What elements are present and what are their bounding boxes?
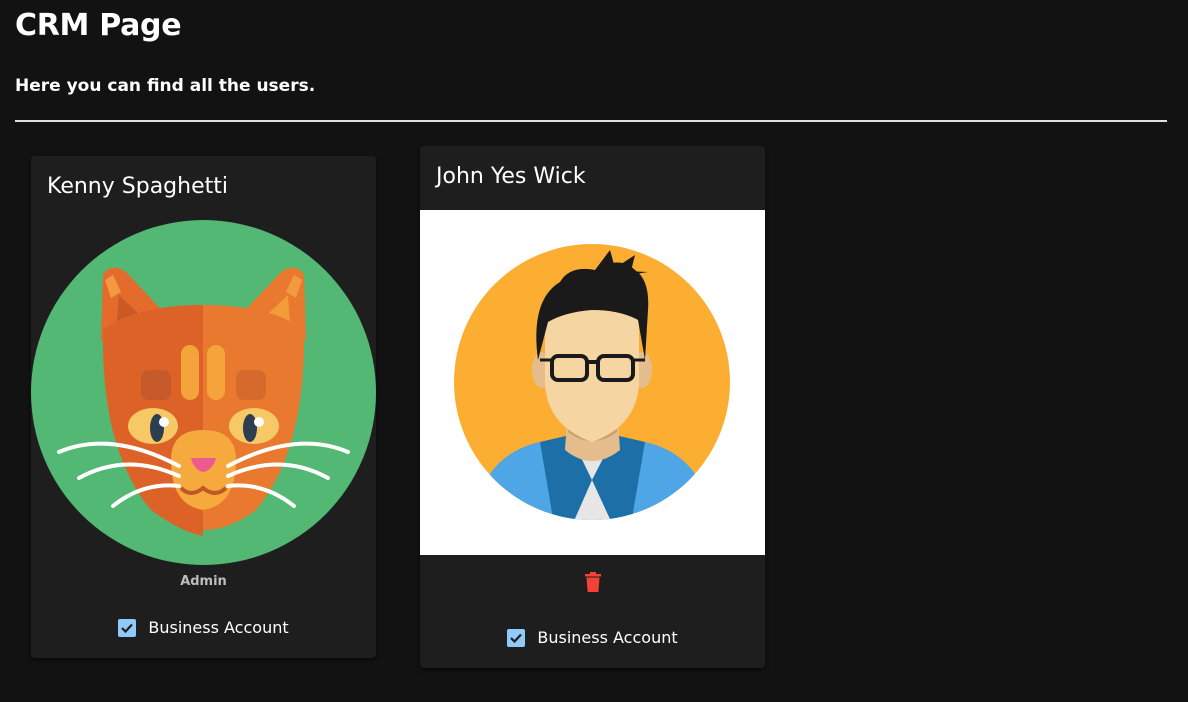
trash-icon xyxy=(585,572,601,592)
page-subtitle: Here you can find all the users. xyxy=(15,76,316,96)
user-name: Kenny Spaghetti xyxy=(47,174,228,199)
user-name: John Yes Wick xyxy=(436,164,586,189)
page-title: CRM Page xyxy=(15,8,182,43)
business-account-label: Business Account xyxy=(537,628,678,647)
checkmark-icon xyxy=(121,623,134,633)
role-label: Admin xyxy=(180,574,227,589)
divider xyxy=(15,120,1167,122)
cat-avatar-image xyxy=(31,220,376,565)
crm-page: CRM Page Here you can find all the users… xyxy=(0,0,1188,702)
business-account-checkbox[interactable] xyxy=(507,628,526,647)
checkmark-icon xyxy=(510,633,523,643)
business-account-row[interactable]: Business Account xyxy=(420,628,765,647)
man-avatar-image xyxy=(454,244,730,520)
user-card: John Yes Wick Business Account xyxy=(420,146,765,668)
business-account-row[interactable]: Business Account xyxy=(31,618,376,637)
cat-avatar xyxy=(31,220,376,565)
business-account-checkbox[interactable] xyxy=(118,618,137,637)
man-with-glasses-avatar xyxy=(420,210,765,555)
delete-button[interactable] xyxy=(581,570,605,594)
business-account-label: Business Account xyxy=(148,618,289,637)
user-card: Kenny Spaghetti Admin Business Account xyxy=(31,156,376,658)
